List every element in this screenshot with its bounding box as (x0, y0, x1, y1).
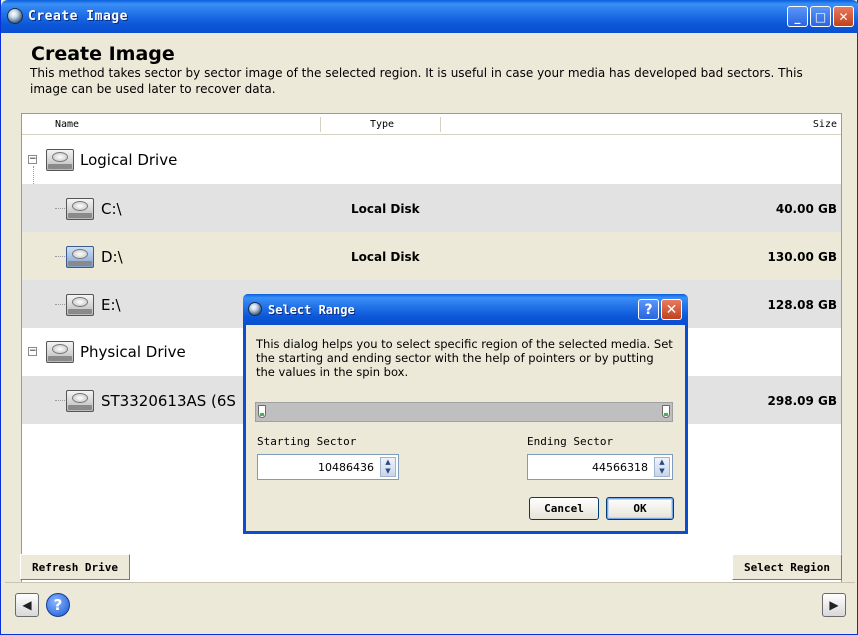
dialog-help-button[interactable]: ? (638, 299, 659, 320)
drive-size: 40.00 GB (775, 202, 837, 216)
drive-type: Local Disk (351, 250, 420, 264)
column-name[interactable]: Name (55, 119, 79, 130)
hard-drive-icon (46, 337, 74, 363)
drive-size: 130.00 GB (767, 250, 837, 264)
column-separator (320, 117, 321, 132)
title-bar[interactable]: Create Image _ □ ✕ (1, 0, 858, 33)
next-arrow-icon[interactable]: ▶ (822, 593, 846, 617)
column-type[interactable]: Type (370, 119, 394, 130)
maximize-button[interactable]: □ (810, 6, 831, 27)
ending-sector-label: Ending Sector (527, 435, 614, 448)
collapse-icon[interactable]: − (28, 347, 37, 356)
group-label: Logical Drive (80, 151, 178, 169)
list-item-selected[interactable]: D:\ Local Disk 130.00 GB (22, 232, 841, 280)
tree-group-logical-drive[interactable]: − Logical Drive (22, 136, 841, 184)
ok-button[interactable]: OK (606, 497, 674, 520)
dialog-title-bar[interactable]: Select Range ? ✕ (243, 294, 688, 325)
ending-sector-value: 44566318 (592, 461, 648, 474)
drive-name: C:\ (101, 200, 122, 218)
starting-sector-spinbox[interactable]: 10486436 ▲ ▼ (257, 454, 399, 480)
drive-name: D:\ (101, 248, 123, 266)
spin-arrows-icon[interactable]: ▲ ▼ (380, 457, 396, 477)
hard-drive-icon (66, 386, 94, 412)
starting-sector-label: Starting Sector (257, 435, 357, 448)
range-slider[interactable] (255, 402, 673, 422)
end-pointer-handle[interactable] (662, 405, 670, 418)
select-region-button[interactable]: Select Region (732, 554, 842, 580)
select-range-dialog: Select Range ? ✕ This dialog helps you t… (243, 294, 688, 534)
divider (5, 582, 855, 583)
starting-sector-value: 10486436 (318, 461, 374, 474)
drive-size: 128.08 GB (767, 298, 837, 312)
window-title: Create Image (28, 9, 128, 24)
ending-sector-spinbox[interactable]: 44566318 ▲ ▼ (527, 454, 673, 480)
list-item[interactable]: C:\ Local Disk 40.00 GB (22, 184, 841, 232)
drive-name: E:\ (101, 296, 121, 314)
column-size[interactable]: Size (813, 119, 837, 130)
app-globe-icon (248, 302, 262, 316)
drive-size: 298.09 GB (767, 394, 837, 408)
back-arrow-icon[interactable]: ◀ (15, 593, 39, 617)
group-label: Physical Drive (80, 343, 186, 361)
column-header: Name Type Size (22, 114, 841, 135)
minimize-button[interactable]: _ (787, 6, 808, 27)
dialog-description: This dialog helps you to select specific… (256, 337, 673, 379)
column-separator (440, 117, 441, 132)
dialog-close-button[interactable]: ✕ (661, 299, 682, 320)
hard-drive-icon (66, 242, 94, 268)
cancel-button[interactable]: Cancel (529, 497, 599, 520)
dialog-title: Select Range (268, 303, 355, 317)
page-title: Create Image (31, 43, 175, 65)
drive-type: Local Disk (351, 202, 420, 216)
drive-name: ST3320613AS (6S (101, 392, 236, 410)
start-pointer-handle[interactable] (258, 405, 266, 418)
hard-drive-icon (66, 290, 94, 316)
page-description: This method takes sector by sector image… (30, 66, 803, 96)
collapse-icon[interactable]: − (28, 155, 37, 164)
hard-drive-icon (66, 194, 94, 220)
app-globe-icon (7, 8, 23, 24)
refresh-drive-button[interactable]: Refresh Drive (20, 554, 130, 580)
help-icon[interactable]: ? (46, 593, 70, 617)
spin-arrows-icon[interactable]: ▲ ▼ (654, 457, 670, 477)
hard-drive-icon (46, 145, 74, 171)
close-button[interactable]: ✕ (833, 6, 854, 27)
